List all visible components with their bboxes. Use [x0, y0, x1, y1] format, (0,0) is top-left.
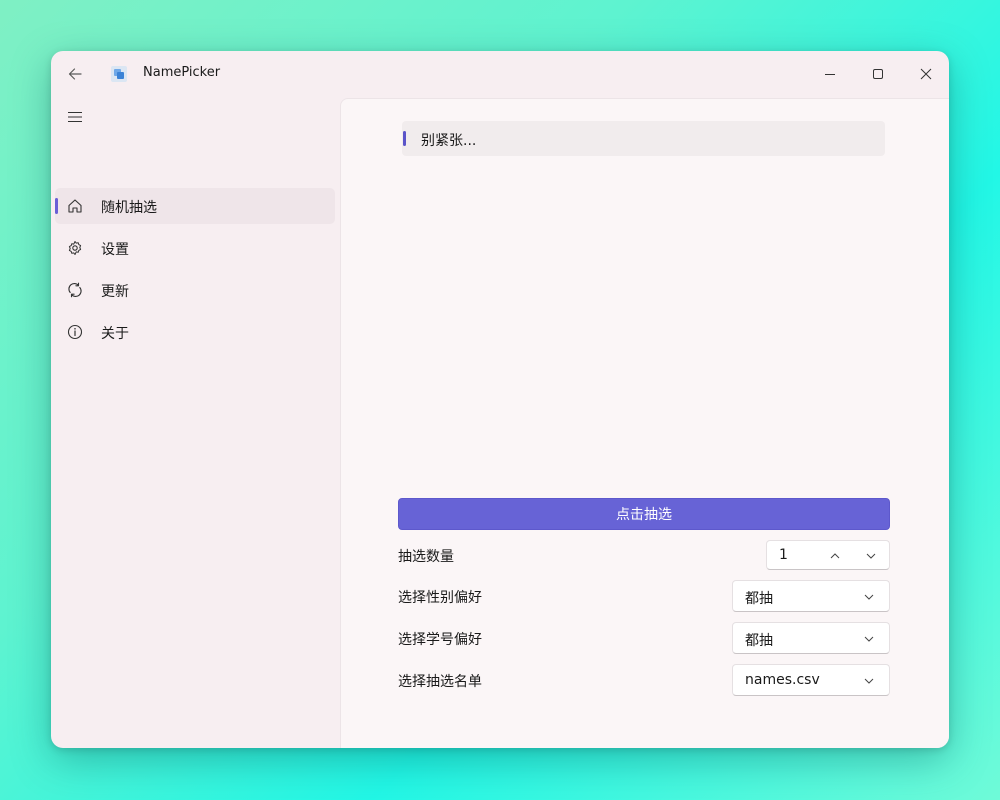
chevron-up-icon [830, 553, 840, 559]
count-value: 1 [779, 547, 788, 563]
menu-toggle-button[interactable] [59, 101, 91, 133]
gear-icon [68, 241, 82, 255]
app-window: NamePicker 随机抽选 设置 更新 关于 别紧张... 点击抽选 抽选数… [51, 51, 949, 748]
maximize-icon [873, 69, 883, 79]
gender-pref-select[interactable]: 都抽 [732, 580, 890, 612]
title-bar: NamePicker [51, 51, 949, 97]
window-title: NamePicker [143, 65, 221, 80]
gender-pref-value: 都抽 [745, 591, 773, 607]
selection-indicator [55, 198, 58, 214]
app-logo-icon [111, 66, 127, 82]
chevron-down-icon [861, 673, 877, 689]
home-icon [68, 199, 82, 213]
maximize-button[interactable] [855, 51, 901, 97]
name-list-value: names.csv [745, 672, 820, 688]
sync-icon [68, 282, 82, 298]
nav-item-update[interactable]: 更新 [55, 272, 335, 308]
number-pref-value: 都抽 [745, 633, 773, 649]
minimize-button[interactable] [807, 51, 853, 97]
increment-button[interactable] [825, 547, 845, 565]
info-accent-bar [403, 131, 406, 146]
name-list-label: 选择抽选名单 [398, 674, 482, 690]
name-list-select[interactable]: names.csv [732, 664, 890, 696]
hamburger-menu-icon [68, 111, 82, 123]
gender-pref-label: 选择性别偏好 [398, 590, 482, 606]
chevron-down-icon [866, 553, 876, 559]
decrement-button[interactable] [861, 547, 881, 565]
navigation-pane: 随机抽选 设置 更新 关于 [51, 97, 341, 748]
info-icon [67, 324, 83, 340]
count-number-box[interactable]: 1 [766, 540, 890, 570]
count-label: 抽选数量 [398, 549, 454, 565]
number-pref-select[interactable]: 都抽 [732, 622, 890, 654]
number-pref-label: 选择学号偏好 [398, 632, 482, 648]
chevron-down-icon [861, 631, 877, 647]
nav-item-random-pick[interactable]: 随机抽选 [55, 188, 335, 224]
back-button[interactable] [59, 58, 91, 90]
result-display: 别紧张... [402, 121, 885, 156]
close-button[interactable] [903, 51, 949, 97]
chevron-down-icon [861, 589, 877, 605]
nav-item-label: 更新 [101, 284, 129, 300]
result-text: 别紧张... [421, 133, 477, 149]
nav-item-about[interactable]: 关于 [55, 314, 335, 350]
pick-button[interactable]: 点击抽选 [398, 498, 890, 530]
nav-item-label: 关于 [101, 326, 129, 342]
back-arrow-icon [68, 68, 82, 80]
close-icon [920, 68, 932, 80]
main-content: 别紧张... 点击抽选 抽选数量 1 选择性别偏好 都抽 选择学号偏好 都抽 选… [340, 98, 949, 748]
nav-item-settings[interactable]: 设置 [55, 230, 335, 266]
nav-item-label: 设置 [101, 242, 129, 258]
minimize-icon [825, 74, 835, 75]
nav-item-label: 随机抽选 [101, 200, 157, 216]
